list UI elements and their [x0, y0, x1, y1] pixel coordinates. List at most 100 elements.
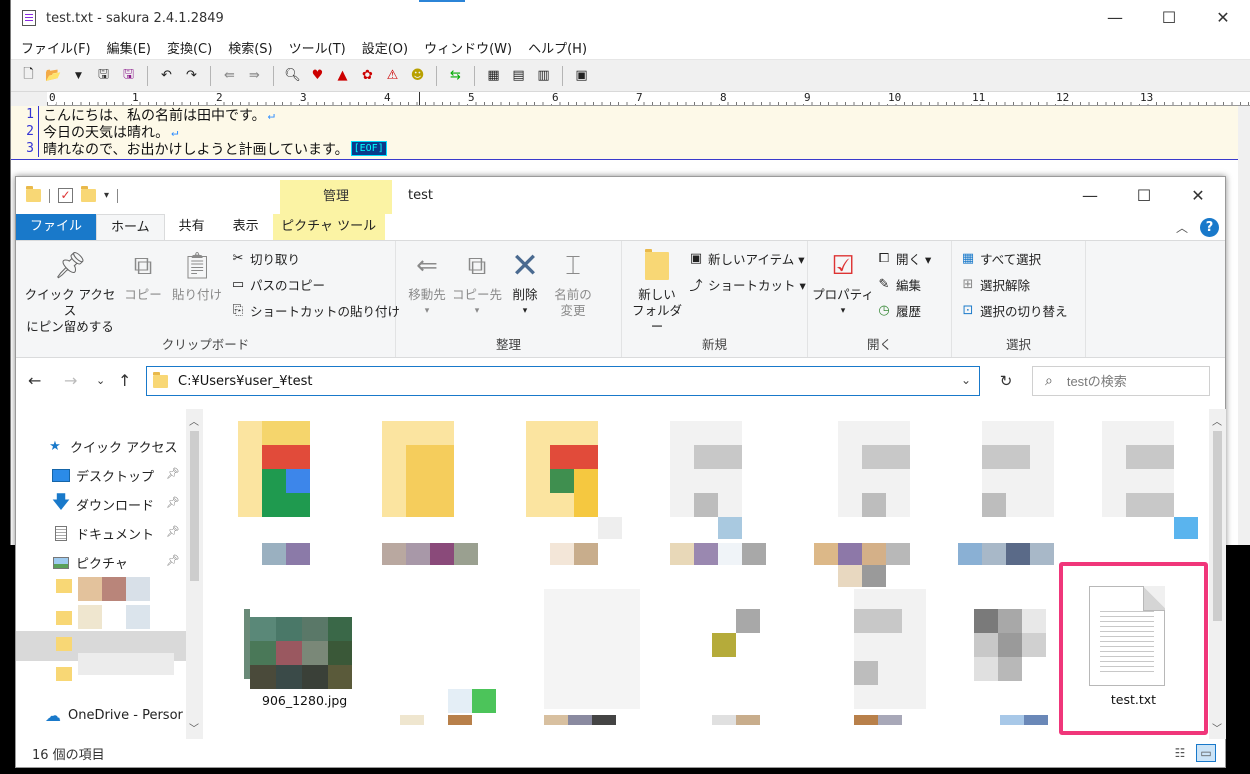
- refresh-icon[interactable]: ↻: [991, 366, 1021, 396]
- copy-to-button[interactable]: ⧉ コピー先 ▾: [452, 249, 502, 319]
- delete-button[interactable]: ✕ 削除 ▾: [506, 249, 544, 319]
- paste-shortcut-button[interactable]: ⎘ ショートカットの貼り付け: [230, 301, 400, 320]
- save-icon[interactable]: 🖫: [94, 66, 113, 85]
- save-all-icon[interactable]: 🖫: [119, 66, 138, 85]
- menu-edit[interactable]: 編集(E): [107, 38, 151, 57]
- cut-button[interactable]: ✂ 切り取り: [230, 249, 300, 268]
- move-to-button[interactable]: ⇐ 移動先 ▾: [404, 249, 450, 319]
- collapse-ribbon-icon[interactable]: ︿: [1176, 219, 1188, 236]
- search-prev-icon[interactable]: ▲: [333, 66, 352, 85]
- nav-onedrive[interactable]: ☁ OneDrive - Persor: [44, 706, 183, 725]
- scroll-up-icon[interactable]: ︿: [1212, 413, 1222, 428]
- file-tile[interactable]: [526, 421, 622, 571]
- grep-icon[interactable]: ☻: [408, 66, 427, 85]
- qat-dropdown-icon[interactable]: ▾: [104, 190, 109, 201]
- text-line[interactable]: 2 今日の天気は晴れ。 ↵: [11, 123, 1250, 141]
- nav-downloads[interactable]: 🡇 ダウンロード: [52, 492, 154, 515]
- search-icon[interactable]: 🔍︎: [283, 66, 302, 85]
- scroll-thumb[interactable]: [190, 431, 199, 581]
- tab-picture-tools[interactable]: ピクチャ ツール: [272, 214, 385, 240]
- pin-icon[interactable]: 📌︎: [166, 496, 180, 509]
- outline-icon[interactable]: ▤: [509, 66, 528, 85]
- manage-context-tab[interactable]: 管理: [280, 180, 392, 214]
- open-button[interactable]: ⧠ 開く ▾: [876, 249, 931, 268]
- details-view-icon[interactable]: ☷: [1170, 744, 1190, 762]
- back-arrow-icon[interactable]: ←: [28, 358, 41, 403]
- scroll-down-icon[interactable]: ﹀: [189, 720, 199, 735]
- forward-arrow-icon[interactable]: →: [64, 358, 77, 403]
- search-box[interactable]: ⌕: [1032, 366, 1210, 396]
- file-tile[interactable]: [974, 609, 1070, 739]
- sakura-close-button[interactable]: ✕: [1196, 0, 1250, 36]
- invert-selection-button[interactable]: ⊡ 選択の切り替え: [960, 301, 1068, 320]
- select-all-button[interactable]: ▦ すべて選択: [960, 249, 1041, 268]
- menu-window[interactable]: ウィンドウ(W): [424, 38, 512, 57]
- file-tile[interactable]: 906_1280.jpg: [244, 589, 354, 729]
- easy-access-button[interactable]: ⤴ ショートカット ▾: [688, 275, 805, 294]
- select-none-button[interactable]: ⊞ 選択解除: [960, 275, 1030, 294]
- new-item-button[interactable]: ▣ 新しいアイテム ▾: [688, 249, 805, 268]
- large-icons-view-icon[interactable]: ▭: [1196, 744, 1216, 762]
- edit-button[interactable]: ✎ 編集: [876, 275, 921, 294]
- explorer-minimize-button[interactable]: —: [1063, 177, 1117, 213]
- tab-view[interactable]: 表示: [219, 214, 273, 240]
- text-line[interactable]: 1 こんにちは、私の名前は田中です。 ↵: [11, 106, 1250, 124]
- address-bar[interactable]: C:¥Users¥user_¥test ⌄: [146, 366, 980, 396]
- undo-icon[interactable]: ↶: [157, 66, 176, 85]
- file-tile[interactable]: [382, 421, 478, 571]
- file-tile[interactable]: [238, 421, 334, 571]
- pin-icon[interactable]: 📌︎: [166, 525, 180, 538]
- pin-icon[interactable]: 📌︎: [166, 467, 180, 480]
- tab-home[interactable]: ホーム: [96, 214, 165, 240]
- tab-file[interactable]: ファイル: [16, 214, 97, 240]
- nav-documents[interactable]: ドキュメント: [52, 524, 154, 543]
- search-input[interactable]: [1066, 373, 1197, 389]
- rename-button[interactable]: ⌶ 名前の 変更: [546, 249, 600, 319]
- pin-quick-access-button[interactable]: 📌︎ クイック アクセス にピン留めする: [22, 249, 118, 335]
- copy-path-button[interactable]: ▭ パスのコピー: [230, 275, 325, 294]
- properties-check-icon[interactable]: ✓: [58, 188, 73, 203]
- new-file-icon[interactable]: 🗋: [19, 66, 38, 85]
- help-icon[interactable]: ?: [1200, 218, 1219, 237]
- file-tile[interactable]: [814, 421, 914, 591]
- file-tile[interactable]: [670, 421, 770, 591]
- sakura-maximize-button[interactable]: ☐: [1142, 0, 1196, 36]
- file-tile[interactable]: [958, 421, 1058, 591]
- jump-back-icon[interactable]: ⇚: [220, 66, 239, 85]
- menu-convert[interactable]: 変換(C): [167, 38, 212, 57]
- function-list-icon[interactable]: ▥: [534, 66, 553, 85]
- tag-jump-icon[interactable]: ⇆: [446, 66, 465, 85]
- compare-icon[interactable]: ▦: [484, 66, 503, 85]
- menu-file[interactable]: ファイル(F): [21, 38, 91, 57]
- history-button[interactable]: ◷ 履歴: [876, 301, 921, 320]
- nav-quick-access[interactable]: ★ クイック アクセス: [46, 437, 177, 456]
- sakura-minimize-button[interactable]: —: [1088, 0, 1142, 36]
- open-folder-icon[interactable]: 📂: [44, 66, 63, 85]
- tab-share[interactable]: 共有: [165, 214, 219, 240]
- file-tile[interactable]: [400, 679, 500, 739]
- copy-button[interactable]: ⧉ コピー: [122, 249, 164, 303]
- address-path[interactable]: C:¥Users¥user_¥test: [178, 374, 313, 389]
- new-folder-icon[interactable]: [81, 186, 96, 202]
- search-next-icon[interactable]: ♥: [308, 66, 327, 85]
- sakura-vertical-scrollbar[interactable]: [1238, 106, 1250, 545]
- scroll-down-icon[interactable]: ﹀: [1212, 720, 1222, 735]
- file-tile-test-txt[interactable]: test.txt: [1059, 562, 1208, 735]
- file-tile[interactable]: [1102, 421, 1198, 571]
- menu-help[interactable]: ヘルプ(H): [528, 38, 587, 57]
- nav-desktop[interactable]: デスクトップ: [52, 466, 154, 485]
- nav-pane-scrollbar[interactable]: ︿ ﹀: [186, 409, 203, 739]
- explorer-maximize-button[interactable]: ☐: [1117, 177, 1171, 213]
- explorer-close-button[interactable]: ✕: [1171, 177, 1225, 213]
- line-text[interactable]: 晴れなので、お出かけしようと計画しています。: [39, 139, 349, 159]
- regex-search-icon[interactable]: ✿: [358, 66, 377, 85]
- dropdown-arrow-icon[interactable]: ▼: [69, 66, 88, 85]
- pin-icon[interactable]: 📌︎: [166, 554, 180, 567]
- text-line[interactable]: 3 晴れなので、お出かけしようと計画しています。 [EOF]: [11, 139, 1250, 159]
- file-list-scrollbar[interactable]: ︿ ﹀: [1209, 409, 1226, 739]
- redo-icon[interactable]: ↷: [182, 66, 201, 85]
- menu-settings[interactable]: 設定(O): [362, 38, 408, 57]
- new-folder-button[interactable]: 新しい フォルダー: [628, 249, 686, 335]
- text-lines[interactable]: 1 こんにちは、私の名前は田中です。 ↵ 2 今日の天気は晴れ。 ↵ 3 晴れな…: [11, 106, 1250, 160]
- up-arrow-icon[interactable]: ↑: [118, 358, 131, 403]
